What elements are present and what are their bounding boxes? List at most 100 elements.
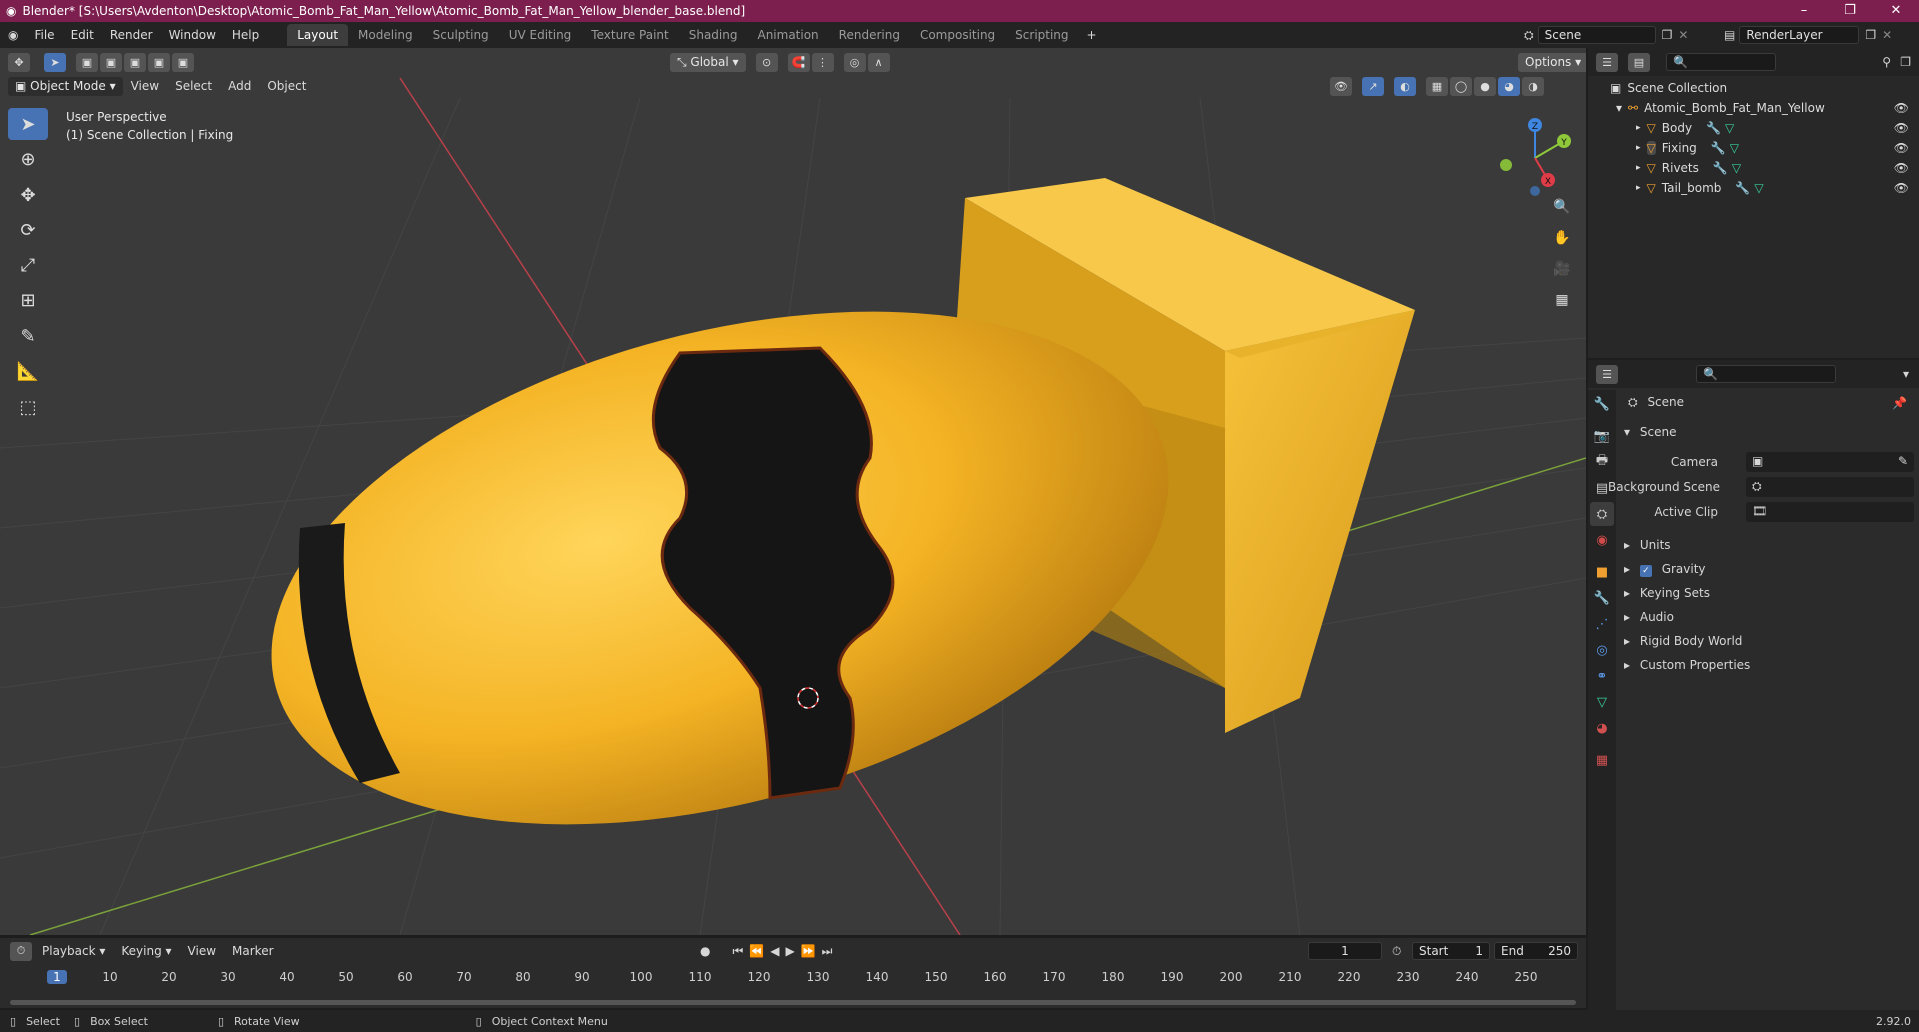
visibility-eye-icon[interactable]: 👁	[1894, 101, 1909, 115]
tab-shading[interactable]: Shading	[679, 24, 748, 46]
panel-audio-header[interactable]: ▸ Audio	[1624, 610, 1674, 624]
zoom-icon[interactable]: 🔍	[1548, 193, 1576, 221]
transform-tool-icon[interactable]: ⊞	[8, 284, 48, 316]
options-dropdown[interactable]: Options ▾	[1518, 52, 1586, 72]
panel-custom-properties-header[interactable]: ▸ Custom Properties	[1624, 658, 1750, 672]
select-mode-intersect-icon[interactable]: ▣	[172, 52, 194, 72]
jump-start-icon[interactable]: ⏮	[732, 944, 743, 959]
menu-marker[interactable]: Marker	[224, 938, 281, 964]
tab-scripting[interactable]: Scripting	[1005, 24, 1078, 46]
menu-select[interactable]: Select	[167, 73, 220, 99]
outliner-scene-collection[interactable]: ▣ Scene Collection	[1588, 78, 1919, 98]
ortho-toggle-icon[interactable]: ▦	[1548, 286, 1576, 314]
outliner-object-body[interactable]: ▸ ▽ Body 🔧 ▽ 👁	[1588, 118, 1919, 138]
ruler-tick-label[interactable]: 150	[924, 970, 948, 984]
display-mode-icon[interactable]: ▤	[1628, 52, 1650, 72]
viewport-scene[interactable]	[0, 48, 1586, 935]
properties-editor-icon[interactable]: ☰	[1596, 364, 1618, 384]
eyedropper-icon[interactable]: ✎	[1898, 454, 1908, 468]
tool-tab-icon[interactable]: 🔧	[1590, 392, 1614, 416]
jump-end-icon[interactable]: ⏭	[822, 944, 833, 959]
gizmo-toggle-icon[interactable]: ↗	[1362, 76, 1384, 96]
transform-orientation-dropdown[interactable]: ⤡ Global ▾	[670, 52, 746, 72]
scene-field[interactable]: Scene	[1537, 26, 1656, 44]
mesh-data-icon[interactable]: ▽	[1730, 141, 1739, 155]
expand-arrow-icon[interactable]: ▸	[1636, 183, 1641, 193]
ruler-tick-label[interactable]: 170	[1042, 970, 1066, 984]
move-tool-icon[interactable]: ✥	[8, 179, 48, 211]
modifier-wrench-icon[interactable]: 🔧	[1706, 121, 1721, 135]
menu-view[interactable]: View	[123, 73, 167, 99]
play-icon[interactable]: ▶	[785, 944, 794, 958]
ruler-tick-label[interactable]: 220	[1337, 970, 1361, 984]
background-scene-field[interactable]: ⛭	[1746, 477, 1914, 497]
measure-tool-icon[interactable]: 📐	[8, 355, 48, 387]
visibility-eye-icon[interactable]: 👁	[1894, 181, 1909, 195]
ruler-tick-label[interactable]: 80	[511, 970, 535, 984]
tab-texture-paint[interactable]: Texture Paint	[581, 24, 678, 46]
render-tab-icon[interactable]: 📷	[1590, 424, 1614, 448]
menu-add[interactable]: Add	[220, 73, 259, 99]
new-scene-icon[interactable]: ❐	[1662, 28, 1673, 42]
ruler-tick-label[interactable]: 100	[629, 970, 653, 984]
menu-keying[interactable]: Keying ▾	[113, 938, 179, 964]
particles-tab-icon[interactable]: ⋰	[1590, 612, 1614, 636]
select-box-tool-icon[interactable]: ➤	[8, 108, 48, 140]
expand-arrow-icon[interactable]: ▸	[1636, 143, 1641, 153]
ruler-tick-label[interactable]: 250	[1514, 970, 1538, 984]
ruler-tick-label[interactable]: 130	[806, 970, 830, 984]
tab-layout[interactable]: Layout	[287, 24, 349, 46]
menu-window[interactable]: Window	[161, 22, 224, 48]
select-tool-icon[interactable]: ➤	[44, 52, 66, 72]
ruler-tick-label[interactable]: 200	[1219, 970, 1243, 984]
tab-uv-editing[interactable]: UV Editing	[499, 24, 582, 46]
mesh-data-icon[interactable]: ▽	[1725, 121, 1734, 135]
ruler-tick-label[interactable]: 20	[157, 970, 181, 984]
solid-shading-icon[interactable]: ●	[1474, 76, 1496, 96]
physics-tab-icon[interactable]: ◎	[1590, 638, 1614, 662]
filter-icon[interactable]: ⚲	[1882, 55, 1891, 69]
snap-icon[interactable]: 🧲	[787, 52, 810, 72]
menu-render[interactable]: Render	[102, 22, 161, 48]
select-mode-new-icon[interactable]: ▣	[76, 52, 98, 72]
expand-arrow-icon[interactable]: ▸	[1636, 123, 1641, 133]
output-tab-icon[interactable]: 🖶	[1590, 450, 1614, 474]
panel-keying-sets-header[interactable]: ▸ Keying Sets	[1624, 586, 1710, 600]
world-tab-icon[interactable]: ◉	[1590, 528, 1614, 552]
camera-field[interactable]: ▣ ✎	[1746, 452, 1914, 472]
outliner-object-rivets[interactable]: ▸ ▽ Rivets 🔧 ▽ 👁	[1588, 158, 1919, 178]
renderlayer-field[interactable]: RenderLayer	[1739, 26, 1860, 44]
ruler-tick-label[interactable]: 120	[747, 970, 771, 984]
prev-keyframe-icon[interactable]: ⏪	[749, 944, 764, 958]
pin-icon[interactable]: 📌	[1892, 396, 1907, 410]
visibility-icon[interactable]: 👁	[1330, 76, 1352, 96]
pan-hand-icon[interactable]: ✋	[1548, 224, 1576, 252]
menu-object[interactable]: Object	[259, 73, 314, 99]
visibility-eye-icon[interactable]: 👁	[1894, 121, 1909, 135]
expand-arrow-icon[interactable]: ▾	[1616, 101, 1622, 115]
delete-scene-icon[interactable]: ✕	[1678, 28, 1688, 42]
ruler-tick-label[interactable]: 140	[865, 970, 889, 984]
menu-timeline-view[interactable]: View	[180, 938, 224, 964]
record-icon[interactable]: ●	[700, 944, 710, 958]
delete-layer-icon[interactable]: ✕	[1882, 28, 1892, 42]
wireframe-shading-icon[interactable]: ◯	[1450, 76, 1472, 96]
snap-target-icon[interactable]: ⋮	[811, 52, 834, 72]
visibility-eye-icon[interactable]: 👁	[1894, 141, 1909, 155]
rendered-shading-icon[interactable]: ◑	[1522, 76, 1544, 96]
modifier-tab-icon[interactable]: 🔧	[1590, 586, 1614, 610]
timeline-scrollbar[interactable]	[10, 1000, 1576, 1005]
outliner-collection-row[interactable]: ▾ ⚯ Atomic_Bomb_Fat_Man_Yellow 👁	[1588, 98, 1919, 118]
mode-dropdown[interactable]: ▣ Object Mode ▾	[8, 76, 123, 96]
ruler-tick-label[interactable]: 70	[452, 970, 476, 984]
end-frame-field[interactable]: End 250	[1494, 942, 1578, 960]
add-workspace-icon[interactable]: +	[1079, 22, 1105, 48]
rotate-tool-icon[interactable]: ⟳	[8, 214, 48, 246]
material-tab-icon[interactable]: ◕	[1590, 716, 1614, 740]
next-keyframe-icon[interactable]: ⏩	[801, 944, 816, 958]
outliner-object-fixing[interactable]: ▸ ▽ Fixing 🔧 ▽ 👁	[1588, 138, 1919, 158]
restore-icon[interactable]: ❐	[1827, 0, 1873, 22]
tab-rendering[interactable]: Rendering	[829, 24, 910, 46]
menu-playback[interactable]: Playback ▾	[34, 938, 113, 964]
start-frame-field[interactable]: Start 1	[1412, 942, 1490, 960]
